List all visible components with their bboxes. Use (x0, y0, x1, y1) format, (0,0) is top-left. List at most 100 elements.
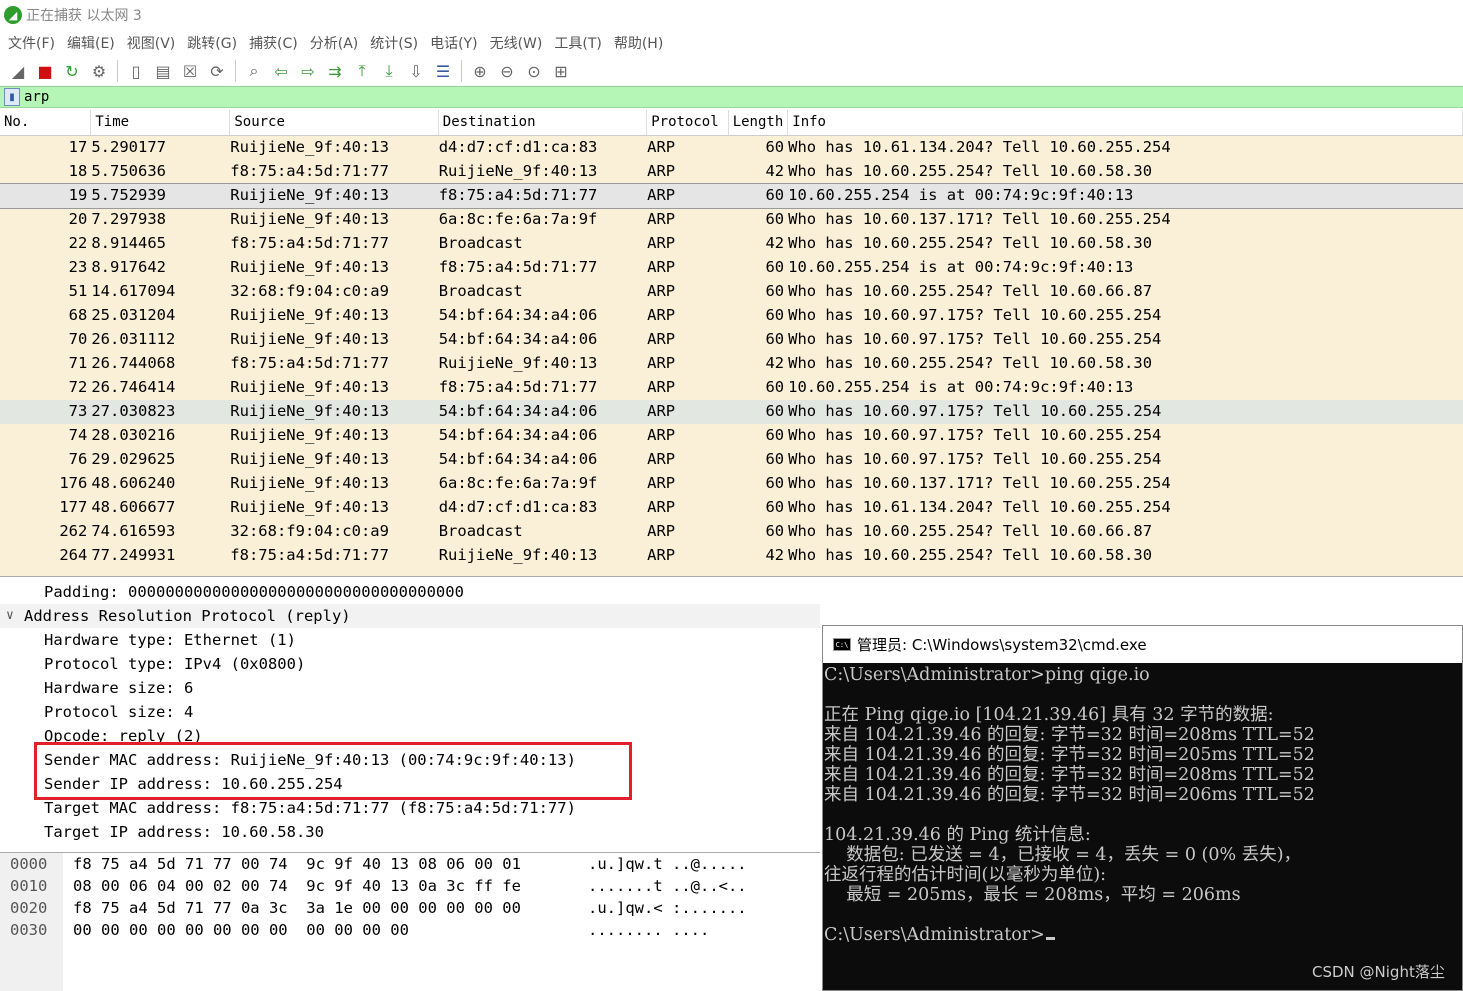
column-header-destination[interactable]: Destination (439, 110, 648, 135)
packet-row[interactable]: 70 26.031112 RuijieNe_9f:40:13 54:bf:64:34:… (0, 328, 1463, 352)
packet-time: 5.290177 (91, 138, 166, 156)
menu-item[interactable]: 跳转(G) (183, 33, 245, 53)
stop-capture-icon[interactable]: ■ (33, 59, 57, 83)
filter-bookmark-icon[interactable]: ▮ (4, 88, 20, 106)
go-forward-icon[interactable]: ⇨ (296, 59, 320, 83)
menu-item[interactable]: 帮助(H) (610, 33, 671, 53)
packet-row[interactable]: 262 74.616593 32:68:f9:04:c0:a9 Broadcast AR… (0, 520, 1463, 544)
go-back-icon[interactable]: ⇦ (269, 59, 293, 83)
menu-item[interactable]: 统计(S) (366, 33, 426, 53)
zoom-out-icon[interactable]: ⊖ (495, 59, 519, 83)
packet-no: 70 (68, 330, 88, 348)
menu-item[interactable]: 工具(T) (550, 33, 609, 53)
column-header-protocol[interactable]: Protocol (647, 110, 729, 135)
packet-row[interactable]: 68 25.031204 RuijieNe_9f:40:13 54:bf:64:34:… (0, 304, 1463, 328)
menu-item[interactable]: 文件(F) (4, 33, 63, 53)
column-header-info[interactable]: Info (788, 110, 1463, 135)
hex-bytes[interactable]: f8 75 a4 5d 71 77 00 74 9c 9f 40 13 08 0… (73, 855, 521, 877)
packet-row[interactable]: 19 5.752939 RuijieNe_9f:40:13 f8:75:a4:5d:7… (0, 183, 1463, 209)
detail-section-arp[interactable]: ∨ Address Resolution Protocol (reply) (0, 604, 820, 628)
packet-no: 74 (68, 426, 88, 444)
packet-time: 14.617094 (91, 282, 176, 300)
hex-bytes[interactable]: f8 75 a4 5d 71 77 0a 3c 3a 1e 00 00 00 0… (73, 899, 521, 921)
go-to-packet-icon[interactable]: ⇉ (323, 59, 347, 83)
restart-capture-icon[interactable]: ↻ (60, 59, 84, 83)
start-capture-icon[interactable]: ◢ (6, 59, 30, 83)
close-file-icon[interactable]: ☒ (178, 59, 202, 83)
menu-item[interactable]: 分析(A) (306, 33, 367, 53)
hex-bytes[interactable]: 08 00 06 04 00 02 00 74 9c 9f 40 13 0a 3… (73, 877, 521, 899)
save-file-icon[interactable]: ▤ (151, 59, 175, 83)
packet-info: Who has 10.60.255.254? Tell 10.60.58.30 (788, 162, 1153, 180)
menu-item[interactable]: 无线(W) (486, 33, 551, 53)
menu-item[interactable]: 捕获(C) (245, 33, 306, 53)
hex-ascii[interactable]: .......t ..@..<.. (588, 877, 747, 899)
packet-row[interactable]: 20 7.297938 RuijieNe_9f:40:13 6a:8c:fe:6a:7… (0, 208, 1463, 232)
packet-row[interactable]: 177 48.606677 RuijieNe_9f:40:13 d4:d7:cf:d1… (0, 496, 1463, 520)
resize-columns-icon[interactable]: ⊞ (549, 59, 573, 83)
detail-field[interactable]: Protocol type: IPv4 (0x0800) (0, 652, 820, 676)
sender-highlight-box (34, 742, 632, 800)
menu-item[interactable]: 编辑(E) (63, 33, 123, 53)
packet-row[interactable]: 17 5.290177 RuijieNe_9f:40:13 d4:d7:cf:d1:c… (0, 136, 1463, 160)
packet-source: RuijieNe_9f:40:13 (230, 402, 389, 420)
packet-length: 60 (765, 522, 785, 540)
chevron-down-icon[interactable]: ∨ (6, 604, 14, 628)
display-filter-bar: ▮ (0, 86, 1463, 108)
packet-row[interactable]: 72 26.746414 RuijieNe_9f:40:13 f8:75:a4:5d:… (0, 376, 1463, 400)
zoom-normal-icon[interactable]: ⊙ (522, 59, 546, 83)
display-filter-input[interactable] (24, 89, 1424, 105)
column-header-no[interactable]: No. (0, 110, 92, 135)
detail-field[interactable]: Hardware type: Ethernet (1) (0, 628, 820, 652)
hex-ascii[interactable]: .u.]qw.< :....... (588, 899, 747, 921)
reload-icon[interactable]: ⟳ (205, 59, 229, 83)
window-title: 正在捕获 以太网 3 (26, 8, 142, 24)
packet-row[interactable]: 176 48.606240 RuijieNe_9f:40:13 6a:8c:fe:6a… (0, 472, 1463, 496)
packet-source: RuijieNe_9f:40:13 (230, 498, 389, 516)
colorize-icon[interactable]: ☰ (431, 59, 455, 83)
hex-ascii[interactable]: ........ .... (588, 921, 709, 943)
packet-length: 42 (765, 234, 785, 252)
find-packet-icon[interactable]: ⌕ (242, 59, 266, 83)
packet-row[interactable]: 23 8.917642 RuijieNe_9f:40:13 f8:75:a4:5d:7… (0, 256, 1463, 280)
cmd-output-line: 来自 104.21.39.46 的回复: 字节=32 时间=206ms TTL=… (824, 785, 1315, 805)
menu-item[interactable]: 视图(V) (123, 33, 184, 53)
column-header-time[interactable]: Time (91, 110, 231, 135)
packet-info: 10.60.255.254 is at 00:74:9c:9f:40:13 (788, 378, 1134, 396)
detail-field[interactable]: Protocol size: 4 (0, 700, 820, 724)
column-header-length[interactable]: Length (729, 110, 789, 135)
cmd-prompt-line[interactable]: C:\Users\Administrator> (824, 925, 1462, 945)
packet-info: Who has 10.60.255.254? Tell 10.60.58.30 (788, 354, 1153, 372)
detail-field[interactable]: Target IP address: 10.60.58.30 (0, 820, 820, 844)
menu-item[interactable]: 电话(Y) (426, 33, 485, 53)
capture-options-icon[interactable]: ⚙ (87, 59, 111, 83)
hex-bytes[interactable]: 00 00 00 00 00 00 00 00 00 00 00 00 (73, 921, 409, 943)
packet-protocol: ARP (647, 450, 676, 468)
packet-row[interactable]: 71 26.744068 f8:75:a4:5d:71:77 RuijieNe_9f:… (0, 352, 1463, 376)
packet-row[interactable]: 22 8.914465 f8:75:a4:5d:71:77 Broadcast ARP 4… (0, 232, 1463, 256)
cmd-icon: C:\ (833, 638, 851, 651)
packet-list-rows: 17 5.290177 RuijieNe_9f:40:13 d4:d7:cf:d1:c… (0, 136, 1463, 568)
open-file-icon[interactable]: ▯ (124, 59, 148, 83)
zoom-in-icon[interactable]: ⊕ (468, 59, 492, 83)
detail-padding[interactable]: Padding: 0000000000000000000000000000000… (0, 580, 820, 604)
packet-length: 60 (765, 306, 785, 324)
autoscroll-icon[interactable]: ⇩ (404, 59, 428, 83)
packet-row[interactable]: 76 29.029625 RuijieNe_9f:40:13 54:bf:64:34:… (0, 448, 1463, 472)
cmd-titlebar[interactable]: C:\ 管理员: C:\Windows\system32\cmd.exe (823, 626, 1462, 663)
packet-time: 74.616593 (91, 522, 176, 540)
go-last-icon[interactable]: ⤓ (377, 59, 401, 83)
packet-source: f8:75:a4:5d:71:77 (230, 162, 389, 180)
packet-time: 29.029625 (91, 450, 176, 468)
go-first-icon[interactable]: ⤒ (350, 59, 374, 83)
packet-row[interactable]: 73 27.030823 RuijieNe_9f:40:13 54:bf:64:34:… (0, 400, 1463, 424)
packet-row[interactable]: 18 5.750636 f8:75:a4:5d:71:77 RuijieNe_9f:4… (0, 160, 1463, 184)
packet-info: Who has 10.60.97.175? Tell 10.60.255.254 (788, 450, 1162, 468)
packet-row[interactable]: 51 14.617094 32:68:f9:04:c0:a9 Broadcast ARP… (0, 280, 1463, 304)
detail-field[interactable]: Hardware size: 6 (0, 676, 820, 700)
packet-row[interactable]: 74 28.030216 RuijieNe_9f:40:13 54:bf:64:34:… (0, 424, 1463, 448)
hex-ascii[interactable]: .u.]qw.t ..@..... (588, 855, 747, 877)
cmd-output[interactable]: C:\Users\Administrator>ping qige.io 正在 Pi… (823, 663, 1462, 945)
column-header-source[interactable]: Source (230, 110, 439, 135)
packet-row[interactable]: 264 77.249931 f8:75:a4:5d:71:77 RuijieNe_9f… (0, 544, 1463, 568)
